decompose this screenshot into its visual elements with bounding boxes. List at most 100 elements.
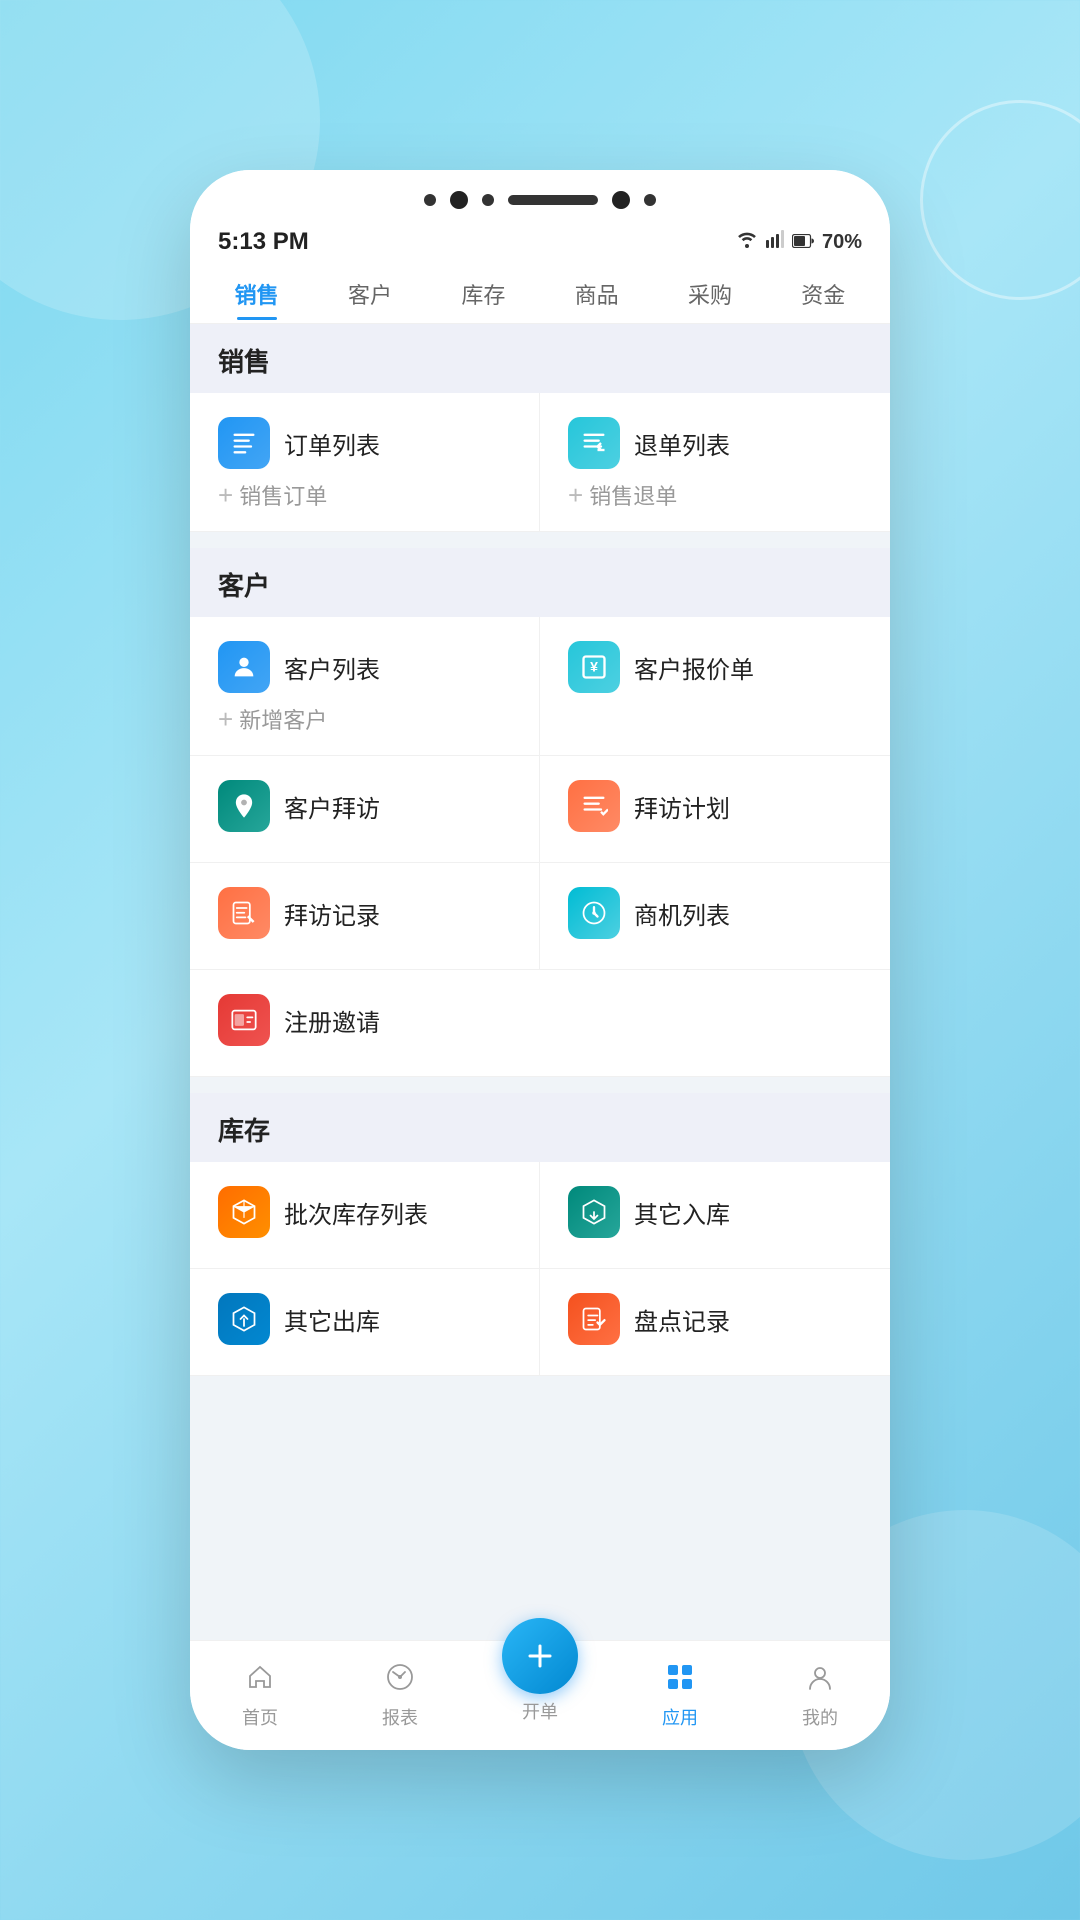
menu-item-customer-list[interactable]: 客户列表 + 新增客户 (190, 617, 540, 756)
menu-item-top: 客户拜访 (218, 780, 380, 832)
menu-item-business-list[interactable]: 商机列表 (540, 863, 890, 970)
nav-tab-products[interactable]: 商品 (540, 268, 653, 320)
nav-tab-finance[interactable]: 资金 (767, 268, 880, 320)
price-icon: ¥ (568, 641, 620, 693)
menu-label-visit-record: 拜访记录 (284, 896, 380, 931)
menu-label-other-inbound: 其它入库 (634, 1195, 730, 1230)
nav-label-report: 报表 (382, 1704, 418, 1730)
signal-icon (766, 230, 784, 254)
menu-item-invite[interactable]: 注册邀请 (190, 970, 890, 1077)
inbound-icon (568, 1186, 620, 1238)
section-header-inventory: 库存 (190, 1093, 890, 1162)
menu-label-customer-list: 客户列表 (284, 650, 380, 685)
menu-label-batch: 批次库存列表 (284, 1195, 428, 1230)
status-bar: 5:13 PM (190, 220, 890, 264)
menu-item-top: 订单列表 (218, 417, 380, 469)
invite-icon (218, 994, 270, 1046)
batch-icon (218, 1186, 270, 1238)
menu-action-order: + 销售订单 (218, 479, 327, 511)
list-icon (218, 417, 270, 469)
speaker-pill (508, 195, 598, 205)
menu-item-top: 批次库存列表 (218, 1186, 428, 1238)
menu-label-order-list: 订单列表 (284, 426, 380, 461)
menu-grid-customers: 客户列表 + 新增客户 ¥ 客户报价单 (190, 617, 890, 1077)
menu-label-visit: 客户拜访 (284, 789, 380, 824)
camera-dot-5 (644, 194, 656, 206)
menu-action-customer: + 新增客户 (218, 703, 327, 735)
menu-item-visit-customer[interactable]: 客户拜访 (190, 756, 540, 863)
report-icon (385, 1662, 415, 1700)
app-icon (665, 1662, 695, 1700)
menu-item-top: 商机列表 (568, 887, 730, 939)
section-title-sales: 销售 (218, 347, 270, 377)
menu-item-other-inbound[interactable]: 其它入库 (540, 1162, 890, 1269)
section-header-sales: 销售 (190, 324, 890, 393)
menu-label-visit-plan: 拜访计划 (634, 789, 730, 824)
business-icon (568, 887, 620, 939)
record-icon (218, 887, 270, 939)
camera-dot-4 (612, 191, 630, 209)
wifi-icon (736, 230, 758, 254)
section-header-customers: 客户 (190, 548, 890, 617)
nav-item-app[interactable]: 应用 (610, 1662, 750, 1730)
menu-item-top: 其它入库 (568, 1186, 730, 1238)
menu-label-inventory-record: 盘点记录 (634, 1302, 730, 1337)
nav-label-app: 应用 (662, 1704, 698, 1730)
section-title-customers: 客户 (218, 571, 270, 601)
nav-item-report[interactable]: 报表 (330, 1662, 470, 1730)
menu-grid-sales: 订单列表 + 销售订单 (190, 393, 890, 532)
mine-icon (805, 1662, 835, 1700)
menu-item-top: 客户列表 (218, 641, 380, 693)
nav-label-create: 开单 (522, 1698, 558, 1724)
phone-frame: 5:13 PM (190, 170, 890, 1750)
menu-item-order-list[interactable]: 订单列表 + 销售订单 (190, 393, 540, 532)
menu-item-top: 拜访计划 (568, 780, 730, 832)
menu-label-business: 商机列表 (634, 896, 730, 931)
menu-item-top: 拜访记录 (218, 887, 380, 939)
phone-top-bar (190, 170, 890, 220)
home-icon (245, 1662, 275, 1700)
fab-create-button[interactable] (502, 1618, 578, 1694)
camera-dot-2 (450, 191, 468, 209)
menu-item-price-list[interactable]: ¥ 客户报价单 (540, 617, 890, 756)
menu-grid-inventory: 批次库存列表 其它入库 (190, 1162, 890, 1376)
camera-dot-3 (482, 194, 494, 206)
plan-icon (568, 780, 620, 832)
menu-label-return-list: 退单列表 (634, 426, 730, 461)
visit-icon (218, 780, 270, 832)
menu-item-batch-inventory[interactable]: 批次库存列表 (190, 1162, 540, 1269)
status-icons: 70% (736, 230, 862, 254)
menu-item-visit-plan[interactable]: 拜访计划 (540, 756, 890, 863)
main-content: 销售 订单列表 + 销售订单 (190, 324, 890, 1640)
menu-item-top: ¥ 客户报价单 (568, 641, 754, 693)
battery-icon (792, 231, 814, 254)
camera-dot-1 (424, 194, 436, 206)
menu-label-other-outbound: 其它出库 (284, 1302, 380, 1337)
inventory-record-icon (568, 1293, 620, 1345)
nav-tab-customers[interactable]: 客户 (313, 268, 426, 320)
nav-tab-inventory[interactable]: 库存 (427, 268, 540, 320)
menu-item-other-outbound[interactable]: 其它出库 (190, 1269, 540, 1376)
menu-item-inventory-record[interactable]: 盘点记录 (540, 1269, 890, 1376)
user-list-icon (218, 641, 270, 693)
nav-label-mine: 我的 (802, 1704, 838, 1730)
battery-percentage: 70% (822, 231, 862, 254)
nav-tab-sales[interactable]: 销售 (200, 268, 313, 320)
return-icon (568, 417, 620, 469)
menu-item-top: 注册邀请 (218, 994, 380, 1046)
status-time: 5:13 PM (218, 228, 309, 256)
nav-item-create[interactable]: 开单 (470, 1648, 610, 1724)
svg-text:¥: ¥ (590, 659, 598, 675)
bottom-nav: 首页 报表 开单 (190, 1640, 890, 1750)
menu-item-return-list[interactable]: 退单列表 + 销售退单 (540, 393, 890, 532)
nav-tab-purchase[interactable]: 采购 (653, 268, 766, 320)
menu-item-top: 退单列表 (568, 417, 730, 469)
menu-item-top: 其它出库 (218, 1293, 380, 1345)
menu-item-top: 盘点记录 (568, 1293, 730, 1345)
nav-item-home[interactable]: 首页 (190, 1662, 330, 1730)
outbound-icon (218, 1293, 270, 1345)
nav-item-mine[interactable]: 我的 (750, 1662, 890, 1730)
section-title-inventory: 库存 (218, 1116, 270, 1146)
menu-item-visit-record[interactable]: 拜访记录 (190, 863, 540, 970)
menu-label-invite: 注册邀请 (284, 1003, 380, 1038)
